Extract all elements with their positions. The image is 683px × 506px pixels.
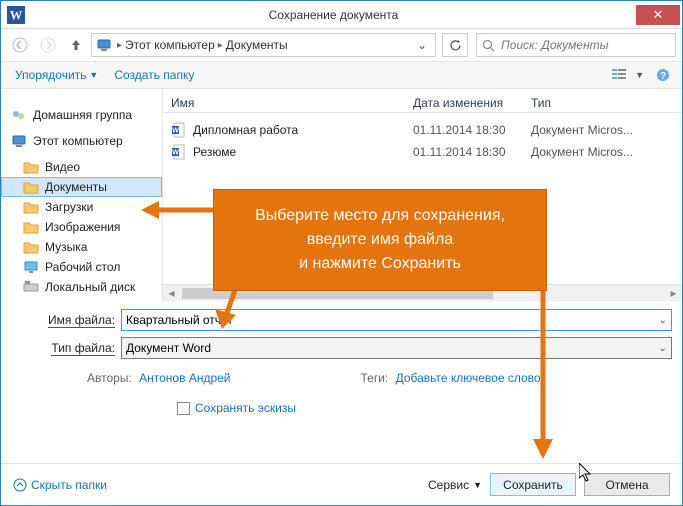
- sidebar-item-thispc[interactable]: Этот компьютер: [1, 131, 162, 151]
- refresh-button[interactable]: [442, 33, 468, 57]
- filename-label: Имя файла:: [37, 313, 121, 327]
- sidebar-item-music[interactable]: Музыка: [1, 237, 162, 257]
- organize-button[interactable]: Упорядочить ▼: [9, 66, 104, 84]
- filetype-label: Тип файла:: [37, 341, 121, 355]
- desktop-icon: [23, 259, 39, 275]
- view-options-button[interactable]: ▼: [608, 66, 648, 84]
- folder-icon: [23, 219, 39, 235]
- svg-text:W: W: [172, 150, 179, 157]
- form-area: Имя файла: Квартальный отчет⌄ Тип файла:…: [1, 301, 682, 415]
- word-doc-icon: W: [171, 144, 187, 160]
- nav-bar: ▸ Этот компьютер ▸ Документы ⌄: [1, 29, 682, 61]
- authors-label: Авторы:: [87, 371, 132, 385]
- header-name[interactable]: Имя: [163, 96, 413, 110]
- svg-text:W: W: [10, 8, 23, 22]
- hide-folders-button[interactable]: Скрыть папки: [13, 478, 107, 492]
- close-button[interactable]: ✕: [636, 5, 680, 25]
- back-button[interactable]: [7, 33, 33, 57]
- chevron-down-icon: ▼: [473, 480, 482, 490]
- window-title: Сохранение документа: [31, 8, 636, 22]
- address-dropdown-icon[interactable]: ⌄: [413, 38, 431, 52]
- breadcrumb-root[interactable]: Этот компьютер: [125, 38, 215, 52]
- folder-icon: [23, 159, 39, 175]
- sidebar-item-downloads[interactable]: Загрузки: [1, 197, 162, 217]
- authors-value[interactable]: Антонов Андрей: [139, 371, 230, 385]
- filetype-input[interactable]: Документ Word⌄: [121, 337, 672, 359]
- pc-icon: [96, 37, 112, 53]
- cursor-icon: [579, 463, 595, 483]
- cancel-button[interactable]: Отмена: [584, 473, 670, 496]
- folder-icon: [23, 179, 39, 195]
- up-button[interactable]: [63, 33, 89, 57]
- sidebar-item-homegroup[interactable]: Домашняя группа: [1, 105, 162, 125]
- new-folder-button[interactable]: Создать папку: [108, 66, 200, 84]
- filename-input[interactable]: Квартальный отчет⌄: [121, 309, 672, 331]
- save-dialog-window: W Сохранение документа ✕ ▸ Этот компьюте…: [0, 0, 683, 506]
- annotation-arrow-left: [141, 199, 217, 221]
- sidebar-item-video[interactable]: Видео: [1, 157, 162, 177]
- checkbox-icon: [177, 402, 190, 415]
- search-input[interactable]: [499, 37, 675, 53]
- search-icon: [477, 39, 499, 52]
- chevron-right-icon[interactable]: ▸: [218, 40, 223, 51]
- list-header: Имя Дата изменения Тип: [163, 89, 682, 113]
- word-app-icon: W: [7, 6, 25, 24]
- chevron-down-icon[interactable]: ⌄: [659, 315, 667, 326]
- address-bar[interactable]: ▸ Этот компьютер ▸ Документы ⌄: [91, 33, 436, 57]
- save-thumbs-checkbox[interactable]: Сохранять эскизы: [37, 385, 672, 415]
- header-date[interactable]: Дата изменения: [413, 96, 531, 110]
- search-box[interactable]: [476, 33, 676, 57]
- chevron-down-icon: ▼: [89, 70, 98, 80]
- homegroup-icon: [11, 107, 27, 123]
- toolbar: Упорядочить ▼ Создать папку ▼ ?: [1, 61, 682, 89]
- file-row[interactable]: WДипломная работа 01.11.2014 18:30 Докум…: [163, 119, 682, 141]
- chevron-down-icon[interactable]: ⌄: [659, 343, 667, 354]
- save-button[interactable]: Сохранить: [490, 473, 576, 496]
- header-type[interactable]: Тип: [531, 96, 682, 110]
- forward-button[interactable]: [35, 33, 61, 57]
- sidebar-item-localdisk[interactable]: Локальный диск: [1, 277, 162, 297]
- breadcrumb-folder[interactable]: Документы: [226, 38, 288, 52]
- folder-icon: [23, 239, 39, 255]
- svg-text:?: ?: [660, 71, 666, 82]
- pc-icon: [11, 133, 27, 149]
- sidebar-item-pictures[interactable]: Изображения: [1, 217, 162, 237]
- annotation-arrow-save: [531, 273, 555, 459]
- tools-button[interactable]: Сервис ▼: [428, 478, 482, 492]
- sidebar-item-documents[interactable]: Документы: [1, 177, 162, 197]
- help-button[interactable]: ?: [652, 66, 674, 84]
- word-doc-icon: W: [171, 122, 187, 138]
- metadata-row: Авторы: Антонов Андрей Теги: Добавьте кл…: [37, 365, 672, 385]
- tags-value[interactable]: Добавьте ключевое слово: [396, 371, 541, 385]
- chevron-right-icon[interactable]: ▸: [117, 40, 122, 51]
- sidebar-item-desktop[interactable]: Рабочий стол: [1, 257, 162, 277]
- sidebar: Домашняя группа Этот компьютер Видео Док…: [1, 89, 163, 301]
- title-bar: W Сохранение документа ✕: [1, 1, 682, 29]
- file-row[interactable]: WРезюме 01.11.2014 18:30 Документ Micros…: [163, 141, 682, 163]
- tags-label: Теги:: [361, 371, 389, 385]
- drive-icon: [23, 279, 39, 295]
- annotation-callout: Выберите место для сохранения, введите и…: [213, 189, 547, 291]
- folder-icon: [23, 199, 39, 215]
- svg-text:W: W: [172, 128, 179, 135]
- chevron-up-icon: [13, 478, 27, 492]
